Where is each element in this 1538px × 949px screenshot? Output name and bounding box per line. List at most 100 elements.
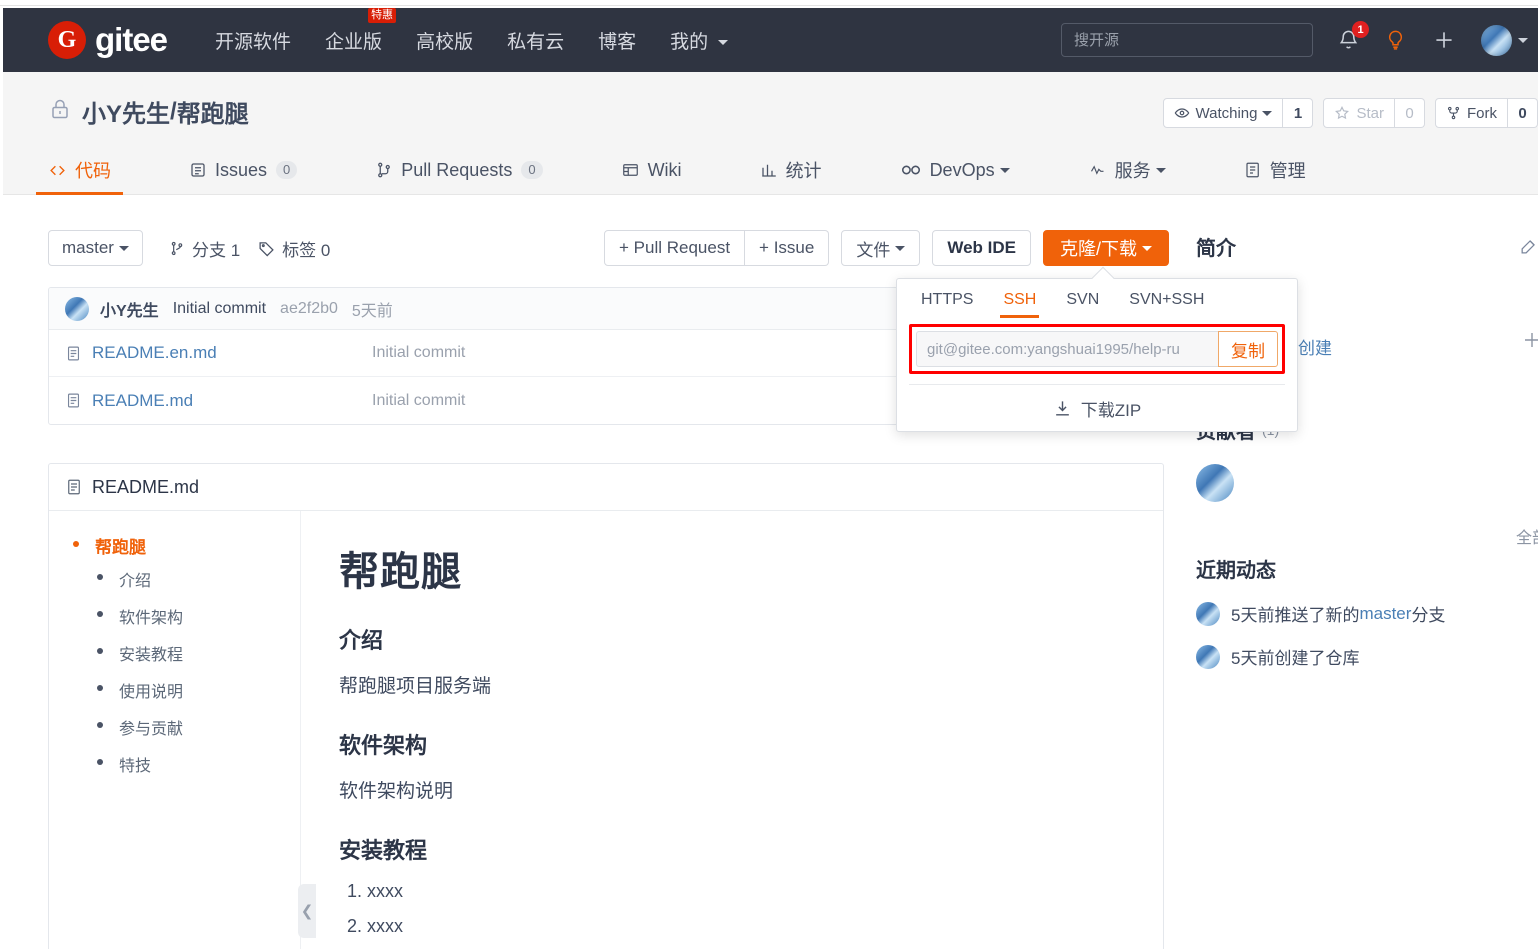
- new-issue-button[interactable]: + Issue: [745, 230, 830, 266]
- tab-label: 服务: [1114, 161, 1151, 181]
- contributors-all-link[interactable]: 全部: [1516, 524, 1538, 548]
- toc-item-contributing[interactable]: 参与贡献: [49, 715, 300, 739]
- download-icon: [1055, 400, 1069, 416]
- toc-item-features[interactable]: 特技: [49, 752, 300, 776]
- toc-collapse-handle[interactable]: ❮: [298, 884, 316, 938]
- tab-manage[interactable]: 管理: [1244, 145, 1306, 195]
- list-item: xxxx: [367, 881, 1123, 902]
- list-item[interactable]: 5天前创建了仓库: [1196, 644, 1538, 669]
- list-item[interactable]: 5天前推送了新的 master 分支: [1196, 601, 1538, 626]
- star-button[interactable]: Star: [1323, 98, 1395, 128]
- readme-install-steps: xxxx xxxx: [367, 881, 1123, 937]
- tab-label: 管理: [1269, 161, 1306, 181]
- readme-section-text: 软件架构说明: [339, 781, 454, 802]
- tags-link[interactable]: 标签 0: [258, 236, 330, 261]
- nav-label: 开源软件: [215, 31, 292, 53]
- nav-item-university[interactable]: 高校版: [416, 27, 473, 54]
- commit-message[interactable]: Initial commit: [173, 300, 266, 318]
- watch-count[interactable]: 1: [1283, 98, 1314, 128]
- chevron-down-icon: [1142, 245, 1152, 251]
- chevron-down-icon: [895, 245, 906, 251]
- tab-code[interactable]: 代码: [36, 145, 123, 195]
- repo-owner-name[interactable]: 小Y先生: [82, 94, 170, 129]
- nav-item-privatecloud[interactable]: 私有云: [507, 27, 564, 54]
- fork-icon: [1446, 105, 1461, 121]
- gitee-logo-text: gitee: [95, 21, 168, 58]
- file-icon: [65, 344, 82, 363]
- create-release-link[interactable]: 创建: [1298, 339, 1332, 358]
- toc-item-root[interactable]: 帮跑腿: [49, 533, 300, 558]
- download-zip-button[interactable]: 下载ZIP: [897, 385, 1297, 431]
- repo-toolbar-right: + Pull Request + Issue 文件 Web IDE 克隆/下载: [604, 230, 1169, 266]
- tab-services[interactable]: 服务: [1088, 145, 1166, 195]
- activity-heading: 近期动态: [1196, 554, 1538, 583]
- branch-selector[interactable]: master: [48, 230, 143, 266]
- commit-author[interactable]: 小Y先生: [100, 297, 159, 321]
- new-pull-request-button[interactable]: + Pull Request: [604, 230, 746, 266]
- tab-pull-requests[interactable]: Pull Requests 0: [375, 145, 543, 195]
- repo-toolbar-left: master 分支 1 标签 0: [48, 230, 348, 266]
- gitee-logo[interactable]: G gitee: [48, 21, 168, 59]
- repo-action-buttons: Watching 1 Star 0 Fork 0: [1153, 98, 1538, 128]
- chevron-down-icon: [999, 167, 1010, 173]
- edit-icon[interactable]: [1519, 237, 1538, 256]
- file-name[interactable]: README.md: [92, 391, 372, 411]
- tab-label: Pull Requests: [401, 159, 513, 180]
- nav-item-blog[interactable]: 博客: [598, 27, 636, 54]
- notifications-button[interactable]: 1: [1337, 21, 1369, 52]
- tab-count: 0: [276, 161, 298, 179]
- create-new-button[interactable]: [1431, 27, 1457, 53]
- search-input[interactable]: [1061, 23, 1313, 57]
- activity-branch[interactable]: master: [1359, 604, 1411, 624]
- issue-icon: [189, 161, 207, 179]
- nav-item-mine[interactable]: 我的: [670, 27, 729, 54]
- tab-statistics[interactable]: 统计: [760, 145, 822, 195]
- commit-sha[interactable]: ae2f2b0: [280, 300, 338, 318]
- toc-item-usage[interactable]: 使用说明: [49, 678, 300, 702]
- fork-button-group: Fork 0: [1435, 98, 1538, 128]
- nav-item-opensource[interactable]: 开源软件: [215, 27, 291, 54]
- tab-devops[interactable]: DevOps: [900, 145, 1010, 195]
- tips-button[interactable]: [1384, 28, 1407, 52]
- add-topic-button[interactable]: [1520, 328, 1538, 359]
- avatar[interactable]: [1196, 464, 1234, 502]
- header-right-area: 1: [1061, 21, 1528, 57]
- clone-url-input[interactable]: [916, 331, 1218, 367]
- tags-label: 标签 0: [282, 240, 331, 260]
- clone-tab-ssh[interactable]: SSH: [1000, 291, 1040, 318]
- branches-link[interactable]: 分支 1: [169, 236, 240, 261]
- avatar: [65, 296, 89, 321]
- fork-count[interactable]: 0: [1508, 98, 1538, 128]
- readme-markdown: 帮跑腿 介绍 帮跑腿项目服务端 软件架构 软件架构说明 安装教程 xxxx xx…: [301, 511, 1163, 949]
- tab-issues[interactable]: Issues 0: [189, 145, 298, 195]
- watch-button[interactable]: Watching: [1162, 98, 1284, 128]
- web-ide-button[interactable]: Web IDE: [932, 230, 1031, 266]
- copy-button[interactable]: 复制: [1218, 331, 1278, 367]
- toc-item-architecture[interactable]: 软件架构: [49, 604, 300, 628]
- chevron-down-icon: [1155, 167, 1166, 173]
- nav-item-enterprise[interactable]: 企业版 特惠: [325, 7, 397, 54]
- avatar[interactable]: [1481, 24, 1512, 56]
- star-count[interactable]: 0: [1395, 98, 1425, 128]
- files-menu-button[interactable]: 文件: [841, 230, 921, 266]
- clone-download-button[interactable]: 克隆/下载: [1042, 230, 1169, 266]
- repo-name[interactable]: 帮跑腿: [177, 94, 249, 129]
- nav-badge-hot: 特惠: [368, 7, 397, 23]
- file-name[interactable]: README.en.md: [92, 343, 372, 363]
- chevron-down-icon: [718, 39, 729, 45]
- tab-wiki[interactable]: Wiki: [621, 145, 682, 195]
- fork-button[interactable]: Fork: [1435, 98, 1508, 128]
- readme-header: README.md: [49, 464, 1163, 511]
- readme-panel: README.md 帮跑腿 介绍 软件架构 安装教程 使用说明 参与贡献 特技: [48, 463, 1164, 949]
- toc-item-install[interactable]: 安装教程: [49, 641, 300, 665]
- file-commit-message: Initial commit: [372, 391, 466, 409]
- avatar: [1196, 601, 1220, 626]
- clone-tab-https[interactable]: HTTPS: [921, 291, 973, 318]
- toc-item-intro[interactable]: 介绍: [49, 567, 300, 591]
- clone-tab-svn-ssh[interactable]: SVN+SSH: [1129, 291, 1204, 318]
- star-button-group: Star 0: [1323, 98, 1425, 128]
- chevron-down-icon[interactable]: [1518, 37, 1528, 43]
- clone-tab-svn[interactable]: SVN: [1066, 291, 1099, 318]
- chart-icon: [760, 161, 778, 179]
- watch-button-group: Watching 1: [1162, 98, 1314, 128]
